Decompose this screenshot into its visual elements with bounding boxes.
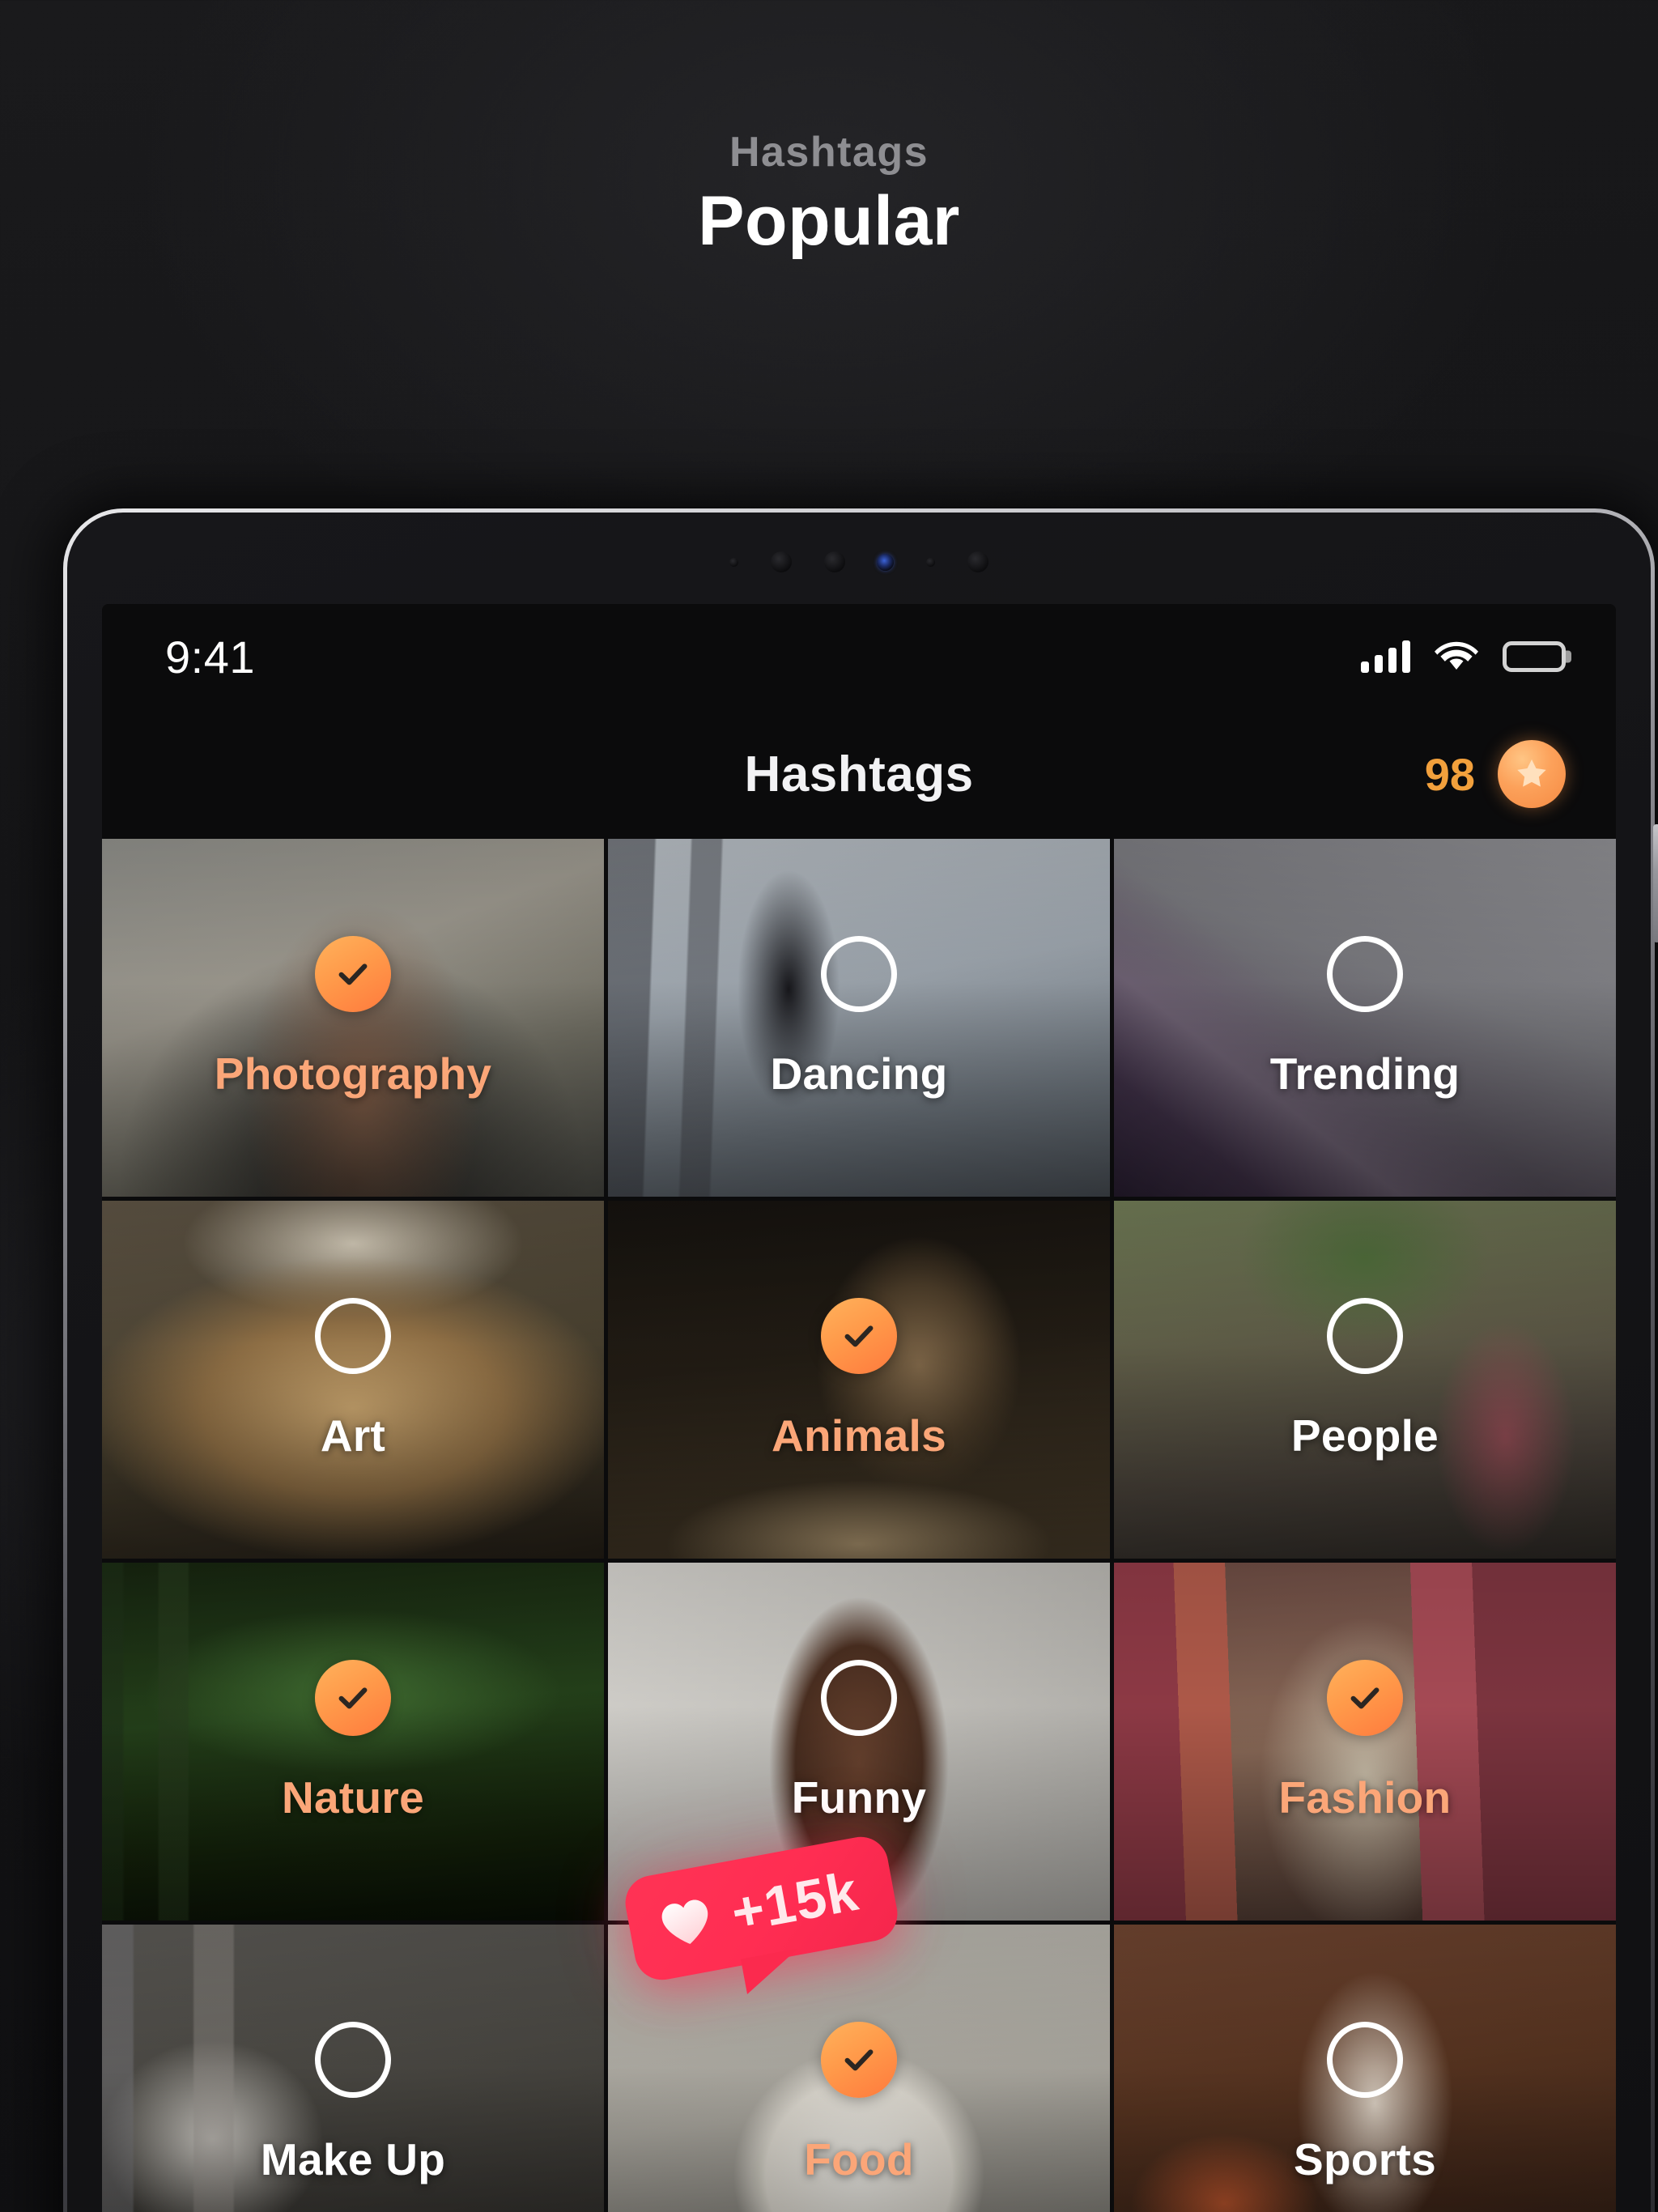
star-badge-icon[interactable]	[1498, 740, 1566, 808]
hashtag-tile-nature[interactable]: Nature	[102, 1563, 604, 1921]
speaker-sensor-icon	[823, 551, 845, 572]
device-sensor-cluster	[729, 547, 988, 576]
empty-circle-icon[interactable]	[315, 2022, 391, 2098]
hashtag-tile-art[interactable]: Art	[102, 1201, 604, 1559]
hashtag-grid: Photography Dancing Trending Art Animals…	[102, 839, 1616, 2212]
tile-label: People	[1290, 1410, 1439, 1461]
tablet-device-mockup: 9:41 Hashtags 98 Photography Dancing Tre…	[63, 508, 1658, 2212]
status-bar-time: 9:41	[165, 631, 255, 683]
tile-label: Trending	[1269, 1049, 1460, 1099]
front-camera-icon	[877, 553, 895, 571]
face-sensor-icon	[967, 551, 988, 572]
check-circle-icon[interactable]	[821, 2022, 897, 2098]
ios-status-bar: 9:41	[102, 604, 1616, 709]
heart-icon	[661, 1899, 708, 1944]
device-screen: 9:41 Hashtags 98 Photography Dancing Tre…	[102, 604, 1616, 2212]
battery-full-icon	[1503, 641, 1566, 672]
tile-label: Animals	[771, 1410, 947, 1461]
hashtag-tile-makeup[interactable]: Make Up	[102, 1925, 604, 2212]
promo-kicker: Hashtags	[729, 129, 929, 176]
hashtag-tile-animals[interactable]: Animals	[608, 1201, 1110, 1559]
hashtag-tile-fashion[interactable]: Fashion	[1114, 1563, 1616, 1921]
status-bar-indicators	[1361, 640, 1566, 673]
hashtag-tile-dancing[interactable]: Dancing	[608, 839, 1110, 1197]
tile-label: Photography	[214, 1049, 492, 1099]
proximity-sensor-icon	[770, 551, 792, 572]
microphone-icon	[926, 557, 936, 567]
cellular-bars-icon	[1361, 640, 1410, 673]
ambient-sensor-icon	[729, 557, 738, 567]
empty-circle-icon[interactable]	[315, 1298, 391, 1374]
promo-heading: Hashtags Popular	[0, 129, 1658, 261]
tile-label: Fashion	[1278, 1772, 1452, 1823]
nav-right-group: 98	[1425, 740, 1566, 808]
check-circle-icon[interactable]	[1327, 1660, 1403, 1736]
tile-label: Make Up	[260, 2134, 446, 2184]
empty-circle-icon[interactable]	[821, 936, 897, 1012]
tile-label: Funny	[791, 1772, 927, 1823]
empty-circle-icon[interactable]	[821, 1660, 897, 1736]
empty-circle-icon[interactable]	[1327, 1298, 1403, 1374]
selected-count: 98	[1424, 748, 1475, 800]
check-circle-icon[interactable]	[315, 1660, 391, 1736]
like-count-text: +15k	[726, 1860, 864, 1945]
check-circle-icon[interactable]	[821, 1298, 897, 1374]
hashtag-tile-people[interactable]: People	[1114, 1201, 1616, 1559]
hashtag-tile-photography[interactable]: Photography	[102, 839, 604, 1197]
tile-label: Art	[320, 1410, 386, 1461]
check-circle-icon[interactable]	[315, 936, 391, 1012]
tile-label: Sports	[1294, 2134, 1436, 2184]
page-title: Hashtags	[744, 746, 974, 802]
empty-circle-icon[interactable]	[1327, 2022, 1403, 2098]
hashtag-tile-trending[interactable]: Trending	[1114, 839, 1616, 1197]
tile-label: Food	[804, 2134, 914, 2184]
app-nav-bar: Hashtags 98	[102, 709, 1616, 839]
tile-label: Nature	[281, 1772, 424, 1823]
tile-label: Dancing	[770, 1049, 948, 1099]
wifi-icon	[1435, 640, 1478, 673]
promo-title: Popular	[698, 182, 960, 261]
hashtag-tile-sports[interactable]: Sports	[1114, 1925, 1616, 2212]
empty-circle-icon[interactable]	[1327, 936, 1403, 1012]
device-side-button[interactable]	[1653, 824, 1658, 942]
